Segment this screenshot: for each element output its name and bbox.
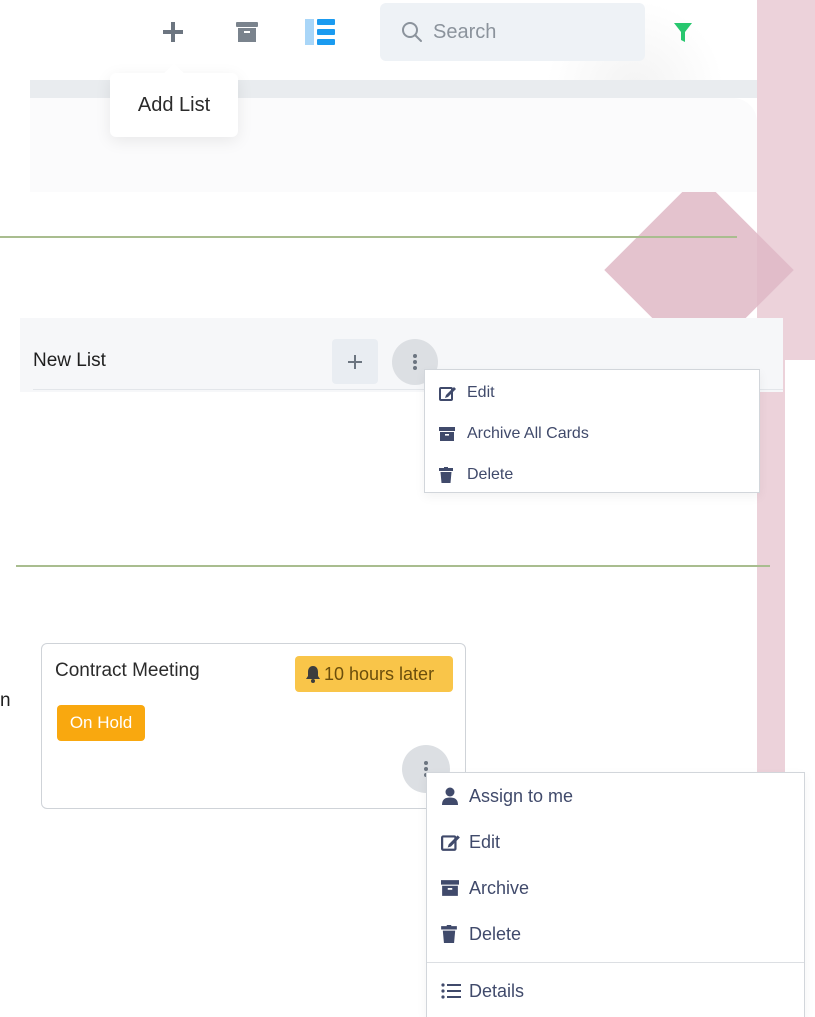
menu-item-archive-all-cards[interactable]: Archive All Cards [425, 413, 759, 454]
menu-item-label: Archive All Cards [467, 424, 589, 442]
card-title: Contract Meeting [55, 660, 200, 681]
plus-icon [348, 354, 362, 369]
menu-item-label: Assign to me [469, 785, 574, 806]
archive-icon [439, 426, 461, 441]
vertical-dots-icon [413, 354, 417, 370]
filter-button[interactable] [668, 18, 698, 48]
menu-item-edit[interactable]: Edit [425, 372, 759, 413]
search-bar [380, 3, 645, 61]
list-icon [441, 983, 463, 999]
menu-item-delete[interactable]: Delete [427, 911, 804, 957]
edit-icon [439, 385, 461, 401]
section-divider [16, 565, 770, 567]
clipped-text: n [0, 690, 10, 711]
due-text: 10 hours later [324, 663, 435, 684]
add-list-tooltip: Add List [110, 73, 238, 137]
menu-item-label: Details [469, 980, 525, 1001]
bell-icon [306, 666, 320, 683]
status-text: On Hold [69, 713, 133, 732]
archive-icon [441, 880, 463, 896]
edit-icon [441, 833, 463, 851]
filter-icon [674, 23, 692, 42]
trash-icon [439, 466, 461, 483]
menu-item-label: Edit [467, 383, 495, 401]
menu-item-delete[interactable]: Delete [425, 454, 759, 495]
trash-icon [441, 925, 463, 943]
plus-icon [163, 22, 183, 42]
add-list-button[interactable] [155, 14, 191, 50]
user-icon [441, 787, 463, 805]
add-card-button[interactable] [332, 339, 378, 384]
menu-separator [427, 962, 804, 963]
card-options-menu: Assign to me Edit Archive Delete Details [426, 772, 805, 1017]
list-options-menu: Edit Archive All Cards Delete [424, 369, 760, 493]
status-badge: On Hold [57, 705, 145, 741]
menu-item-archive[interactable]: Archive [427, 865, 804, 911]
archive-icon [236, 22, 258, 42]
archive-button[interactable] [229, 14, 265, 50]
menu-item-edit[interactable]: Edit [427, 819, 804, 865]
toolbar: Add List [0, 0, 757, 192]
list-view-button[interactable] [302, 14, 338, 50]
list-title: New List [33, 350, 106, 371]
menu-item-label: Delete [467, 465, 514, 483]
menu-item-label: Delete [469, 923, 522, 944]
menu-item-label: Edit [469, 831, 501, 852]
list-view-icon [305, 19, 335, 45]
menu-item-details[interactable]: Details [427, 968, 804, 1014]
menu-item-label: Archive [469, 877, 530, 898]
search-icon [402, 22, 422, 42]
search-input[interactable] [433, 20, 633, 44]
tooltip-label: Add List [137, 93, 211, 116]
menu-item-assign-to-me[interactable]: Assign to me [427, 773, 804, 819]
section-divider [0, 236, 737, 238]
due-badge: 10 hours later [295, 656, 453, 692]
